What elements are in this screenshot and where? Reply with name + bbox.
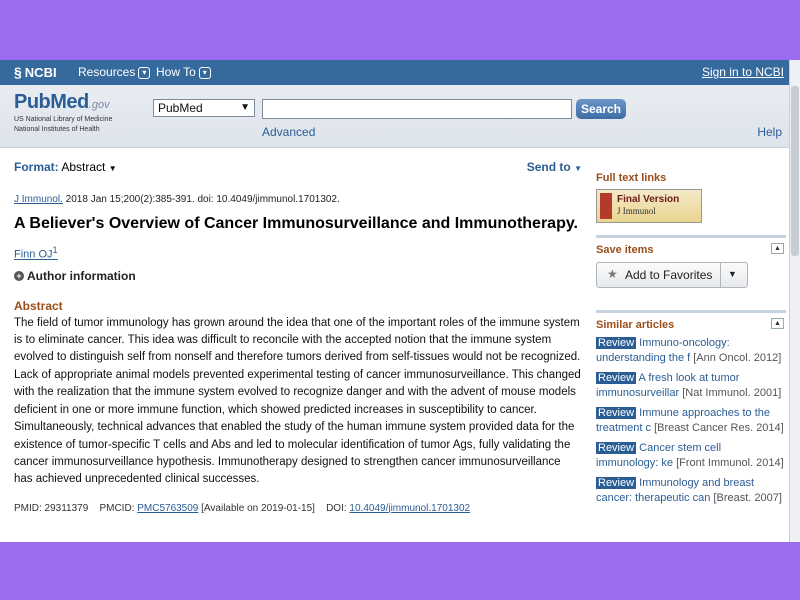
full-text-links-heading: Full text links xyxy=(596,172,667,184)
search-input[interactable] xyxy=(262,99,572,119)
similar-article-item[interactable]: Review Immunology and breast cancer: the… xyxy=(596,476,786,506)
article-identifiers: PMID: 29311379 PMCID: PMC5763509 [Availa… xyxy=(14,502,471,514)
advanced-search-link[interactable]: Advanced xyxy=(262,125,315,139)
chevron-down-icon: ▾ xyxy=(198,66,211,79)
add-to-favorites-button[interactable]: ★ Add to Favorites ▼ xyxy=(596,262,748,288)
caret-down-icon: ▼ xyxy=(108,164,117,173)
collapse-icon[interactable]: ▲ xyxy=(771,243,784,254)
similar-article-item[interactable]: Review Immuno-oncology: understanding th… xyxy=(596,336,786,366)
search-button[interactable]: Search xyxy=(576,99,626,119)
resources-menu[interactable]: Resources ▾ xyxy=(78,65,151,79)
similar-articles-heading: Similar articles xyxy=(596,319,675,331)
scrollbar-thumb[interactable] xyxy=(791,86,799,256)
sign-in-link[interactable]: Sign in to NCBI xyxy=(702,65,784,79)
format-menu[interactable]: Format: Abstract ▼ xyxy=(14,160,117,174)
collapse-icon[interactable]: ▲ xyxy=(771,318,784,329)
similar-article-item[interactable]: Review Immune approaches to the treatmen… xyxy=(596,406,786,436)
ncbi-logo[interactable]: § NCBI xyxy=(14,64,57,80)
save-items-section: Save items ▲ ★ Add to Favorites ▼ xyxy=(596,235,786,288)
pubmed-logo[interactable]: PubMed.gov US National Library of Medici… xyxy=(14,91,112,134)
ncbi-helix-icon: § xyxy=(14,64,22,80)
right-sidebar: Full text links Final Version J Immunol … xyxy=(596,172,786,506)
ncbi-top-bar: § NCBI Resources ▾ How To ▾ Sign in to NCBI xyxy=(0,60,800,85)
journal-cover-icon xyxy=(600,193,612,219)
chevron-down-icon: ▼ xyxy=(240,102,250,113)
search-band: PubMed.gov US National Library of Medici… xyxy=(0,85,800,148)
help-link[interactable]: Help xyxy=(757,125,782,139)
article-main: Format: Abstract ▼ Send to ▼ J Immunol. … xyxy=(14,160,582,514)
similar-article-item[interactable]: Review A fresh look at tumor immunosurve… xyxy=(596,371,786,401)
caret-down-icon: ▼ xyxy=(574,164,582,173)
similar-articles-section: Similar articles ▲ Review Immuno-oncolog… xyxy=(596,310,786,506)
database-select[interactable]: PubMed ▼ xyxy=(153,99,255,117)
abstract-text: The field of tumor immunology has grown … xyxy=(14,316,581,486)
author-information-toggle[interactable]: + Author information xyxy=(14,269,582,283)
abstract-heading: Abstract xyxy=(14,298,63,313)
citation-line: J Immunol. 2018 Jan 15;200(2):385-391. d… xyxy=(14,194,340,205)
pmcid-link[interactable]: PMC5763509 xyxy=(137,503,198,514)
doi-link[interactable]: 10.4049/jimmunol.1701302 xyxy=(349,503,470,514)
howto-menu[interactable]: How To ▾ xyxy=(156,65,211,79)
journal-link[interactable]: J Immunol. xyxy=(14,194,63,205)
display-toolbar: Format: Abstract ▼ Send to ▼ xyxy=(14,160,582,176)
save-items-heading: Save items xyxy=(596,244,654,256)
final-version-link[interactable]: Final Version J Immunol xyxy=(596,189,702,223)
send-to-menu[interactable]: Send to ▼ xyxy=(527,160,582,174)
star-icon: ★ xyxy=(607,267,618,281)
author-link[interactable]: Finn OJ1 xyxy=(14,245,582,261)
similar-article-item[interactable]: Review Cancer stem cell immunology: ke [… xyxy=(596,441,786,471)
caret-down-icon[interactable]: ▼ xyxy=(728,269,737,279)
vertical-scrollbar[interactable] xyxy=(789,60,800,542)
expand-plus-icon: + xyxy=(14,271,24,282)
chevron-down-icon: ▾ xyxy=(138,66,151,79)
article-title: A Believer's Overview of Cancer Immunosu… xyxy=(14,215,578,232)
browser-viewport: § NCBI Resources ▾ How To ▾ Sign in to NCBI… xyxy=(0,60,800,542)
